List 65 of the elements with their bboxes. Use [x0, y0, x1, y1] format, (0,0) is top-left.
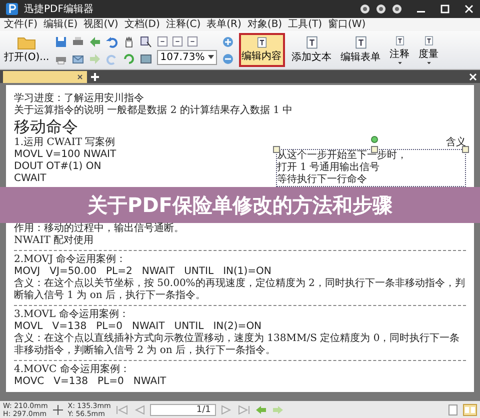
zoom-in-icon[interactable]	[222, 36, 234, 48]
meaning-label: 含义	[446, 137, 466, 149]
resize-handle[interactable]	[371, 146, 378, 153]
single-page-view-icon[interactable]	[448, 404, 458, 416]
fit-page-icon[interactable]	[172, 36, 184, 46]
document-tab[interactable]	[3, 70, 87, 82]
menu-item[interactable]: 工具(T)	[288, 18, 322, 30]
zoom-out-icon[interactable]	[222, 52, 234, 64]
code-line: MOVL V=138 PL=0 NWAIT UNTIL IN(2)=ON	[14, 321, 263, 332]
rotate-icon[interactable]	[123, 52, 136, 64]
code-line: DOUT OT#(1) ON	[14, 161, 102, 173]
banner-title: 关于PDF保险单修改的方法和步骤	[88, 192, 392, 218]
section-title: 3.MOVL 命令运用案例：	[14, 309, 130, 321]
toolbar-button[interactable]: 注释	[388, 33, 412, 67]
window-title: 迅捷PDF编辑器	[24, 2, 94, 16]
code-line: MOVJ VJ=50.00 PL=2 NWAIT UNTIL IN(1)=ON	[14, 266, 272, 278]
section-title: 2.MOVJ 命令运用案例：	[14, 254, 128, 266]
rotate-handle[interactable]	[371, 136, 378, 143]
text-tool-icon	[352, 36, 369, 49]
toolbar-button[interactable]: 编辑表单	[338, 33, 383, 67]
toolbar-button[interactable]: 添加文本	[290, 33, 334, 67]
caret-icon	[208, 55, 214, 59]
menu-item[interactable]: 窗口(W)	[328, 18, 366, 30]
text-tool-icon	[304, 36, 320, 49]
text-line: 作用：移动的过程中，输出信号通断。	[14, 223, 185, 234]
app-logo-icon	[6, 3, 18, 15]
text-line: NWAIT 配对使用	[14, 235, 95, 247]
toolbar-button[interactable]: 度量	[416, 33, 441, 67]
page-number-field[interactable]: 1/1	[150, 404, 216, 416]
email-icon[interactable]	[72, 52, 84, 64]
text-line: 学习进度：了解运用安川指令	[14, 93, 145, 104]
maximize-icon[interactable]	[440, 4, 450, 14]
menu-item[interactable]: 文档(D)	[124, 18, 160, 30]
code-line: CWAIT	[14, 173, 48, 185]
menu-item[interactable]: 编辑(E)	[44, 18, 78, 30]
open-button[interactable]: 打开(O)...	[3, 35, 50, 65]
cursor-icon	[52, 404, 63, 414]
menu-item[interactable]: 表单(R)	[206, 18, 242, 30]
print-icon[interactable]	[72, 36, 84, 48]
folder-icon	[16, 36, 37, 50]
add-tab-icon[interactable]	[91, 72, 99, 80]
heading: 移动命令	[14, 117, 79, 136]
arrow-left-icon[interactable]	[89, 36, 102, 48]
menu-item[interactable]: 视图(V)	[84, 18, 118, 30]
menu-item[interactable]: 对象(B)	[247, 18, 282, 30]
toolbar-button[interactable]: 编辑内容	[238, 33, 285, 67]
image-icon[interactable]	[140, 52, 152, 64]
section-title: 4.MOVC 命令运用案例：	[14, 364, 131, 376]
hand-icon[interactable]	[123, 36, 136, 48]
paragraph: 含义：在这个点以直线插补方式向示教位置移动，速度为 138MM/S 定位精度为 0，同时执行下一条非移动指令，判断输入信号 2 为 on 后，执行下一条指令。	[14, 333, 461, 357]
fit-page-icon[interactable]	[157, 36, 168, 46]
paragraph: 含义：在这个点以关节坐标，按 50.00%的再现速度，定位精度为 2，同时执行下一条非移动指令，判断输入信号 1 为 on 后，执行下一条指令。	[14, 278, 466, 302]
menu-item[interactable]: 文件(F)	[4, 18, 38, 30]
code-line: MOVC V=138 PL=0 NWAIT	[14, 376, 168, 388]
undo-icon[interactable]	[106, 36, 118, 48]
menu-item[interactable]: 注释(C)	[166, 18, 201, 30]
two-page-view-icon[interactable]	[463, 404, 477, 416]
text-line: 关于运算指令的说明 一般都是数据 2 的计算结果存入数据 1 中	[14, 105, 294, 117]
code-line: MOVL V=100 NWAIT	[14, 149, 118, 161]
select-text-icon[interactable]	[140, 36, 152, 48]
text-line: 1.运用 CWAIT 写案例	[14, 137, 116, 149]
zoom-field[interactable]: 107.73%	[157, 50, 217, 64]
fit-page-icon[interactable]	[187, 36, 198, 46]
save-icon[interactable]	[55, 36, 68, 48]
resize-handle[interactable]	[462, 146, 469, 153]
